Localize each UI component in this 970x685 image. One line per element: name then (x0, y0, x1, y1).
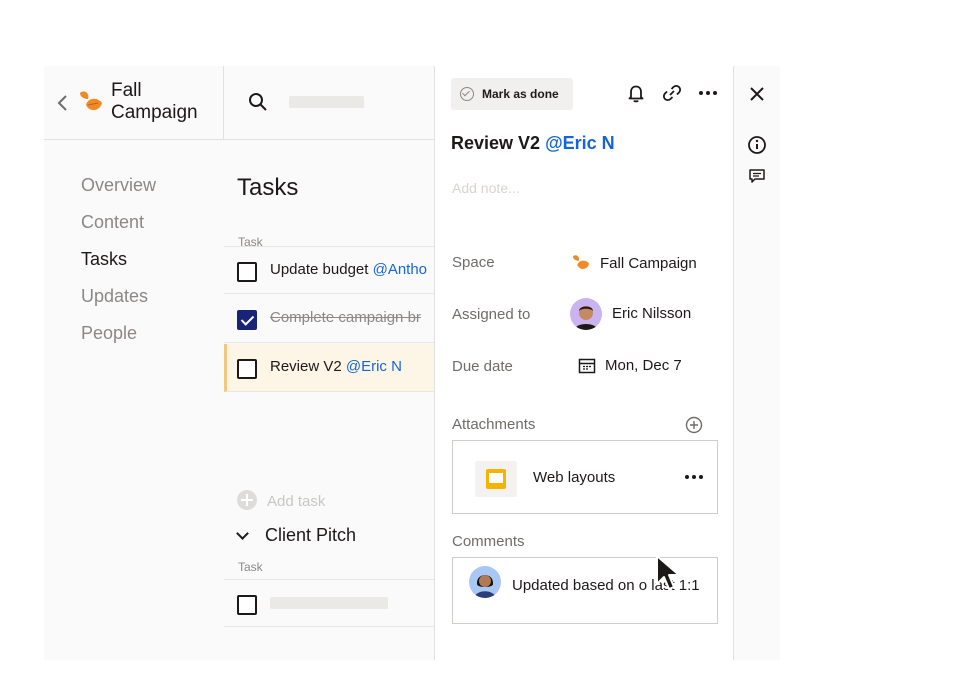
calendar-icon (578, 358, 596, 374)
check-circle-icon (460, 87, 474, 101)
comments-label: Comments (452, 533, 525, 550)
search-placeholder (289, 96, 364, 108)
comment-icon[interactable] (747, 166, 767, 186)
avatar[interactable] (570, 298, 602, 330)
attachment-name: Web layouts (533, 469, 616, 486)
assignee-name[interactable]: Eric Nilsson (612, 305, 691, 322)
space-value[interactable]: Fall Campaign (600, 255, 697, 272)
space-label: Space (452, 254, 495, 271)
task-row-selected[interactable]: Review V2 @Eric N (224, 344, 434, 392)
attachment-more-icon[interactable] (685, 475, 703, 481)
note-input[interactable]: Add note... (452, 180, 520, 196)
mouse-cursor-icon (656, 555, 680, 590)
section-header[interactable]: Client Pitch (236, 525, 356, 546)
task-text: Complete campaign br (270, 309, 421, 326)
task-checkbox[interactable] (237, 359, 257, 379)
task-title: Review V2 @Eric N (451, 133, 615, 153)
nav-item-tasks[interactable]: Tasks (81, 245, 156, 282)
task-row[interactable]: Complete campaign br (224, 295, 434, 343)
plus-circle-icon (237, 490, 257, 510)
due-date-label: Due date (452, 358, 513, 375)
attachments-label: Attachments (452, 416, 536, 433)
project-header: Fall Campaign (44, 66, 224, 140)
task-checkbox-checked[interactable] (237, 310, 257, 330)
search-icon[interactable] (248, 92, 268, 112)
due-date-value[interactable]: Mon, Dec 7 (605, 357, 682, 374)
link-icon[interactable] (661, 82, 683, 104)
task-text: Update budget @Antho (270, 261, 428, 278)
task-placeholder (270, 597, 388, 609)
nav-item-overview[interactable]: Overview (81, 171, 156, 208)
tasks-title: Tasks (237, 174, 299, 201)
task-column-label: Task (238, 560, 263, 574)
bell-icon[interactable] (625, 82, 647, 104)
close-icon[interactable] (747, 84, 767, 104)
task-checkbox[interactable] (237, 262, 257, 282)
right-rail (734, 66, 780, 660)
nav-item-content[interactable]: Content (81, 208, 156, 245)
assigned-label: Assigned to (452, 306, 531, 323)
attachment-card[interactable]: Web layouts (452, 440, 718, 514)
leaf-icon (572, 255, 590, 269)
search-bar[interactable] (224, 66, 434, 140)
nav-item-people[interactable]: People (81, 319, 156, 356)
task-text: Review V2 @Eric N (270, 358, 402, 375)
info-icon[interactable] (747, 135, 767, 155)
task-row[interactable]: Update budget @Antho (224, 246, 434, 294)
mark-as-done-button[interactable]: Mark as done (451, 78, 573, 110)
more-options-icon[interactable] (697, 82, 719, 104)
chevron-down-icon (236, 527, 249, 540)
task-row[interactable] (224, 579, 434, 627)
add-attachment-icon[interactable] (685, 416, 703, 434)
nav-item-updates[interactable]: Updates (81, 282, 156, 319)
leaf-icon (80, 91, 102, 111)
slides-file-icon (475, 461, 517, 497)
project-nav: Overview Content Tasks Updates People (81, 171, 156, 356)
app-window: Fall Campaign Overview Content Tasks Upd… (44, 66, 780, 660)
add-task-button[interactable]: Add task (237, 490, 325, 510)
task-detail-panel: Mark as done Review V2 @Eric N Add note.… (434, 66, 734, 660)
project-title: Fall Campaign (111, 80, 198, 123)
back-chevron-icon[interactable] (56, 94, 70, 112)
avatar (469, 566, 501, 598)
task-checkbox[interactable] (237, 595, 257, 615)
tasks-panel: Tasks Task Update budget @Antho Complete… (224, 140, 434, 660)
